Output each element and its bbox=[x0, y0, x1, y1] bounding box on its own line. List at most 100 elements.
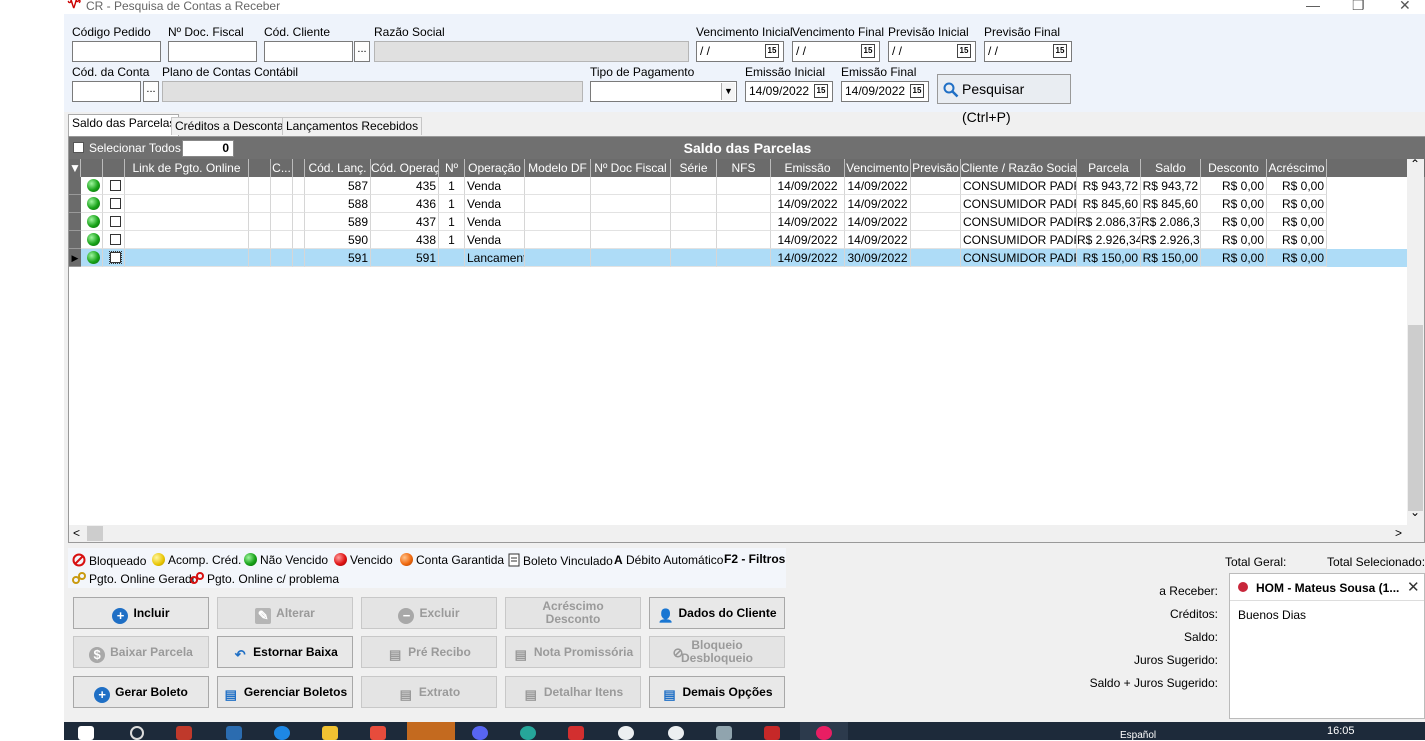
minimize-button[interactable]: — bbox=[1306, 0, 1320, 13]
column-header[interactable] bbox=[81, 159, 103, 177]
tab-creditos-descontar[interactable]: Créditos a Descontar bbox=[171, 117, 292, 135]
row-checkbox[interactable] bbox=[110, 180, 121, 191]
maximize-button[interactable]: ❐ bbox=[1352, 0, 1365, 14]
close-button[interactable]: ✕ bbox=[1399, 0, 1411, 14]
discord-icon[interactable] bbox=[472, 726, 488, 740]
row-indicator[interactable]: ▶ bbox=[69, 249, 81, 267]
app-icon-1[interactable] bbox=[176, 726, 192, 740]
cod-cliente-input[interactable] bbox=[264, 41, 353, 62]
windows-start-icon[interactable] bbox=[78, 726, 94, 740]
row-indicator[interactable] bbox=[69, 231, 81, 249]
baixar-parcela-button[interactable]: $ Baixar Parcela bbox=[73, 636, 209, 668]
table-row[interactable]: ▶ 591591 Lancamento 14/09/202230/09/2022 CON… bbox=[69, 249, 1409, 267]
nr-doc-fiscal-input[interactable] bbox=[168, 41, 257, 62]
horizontal-scroll-thumb[interactable] bbox=[87, 526, 103, 541]
acrescimo-desconto-button[interactable]: Acréscimo Desconto bbox=[505, 597, 641, 629]
column-header[interactable]: Modelo DF bbox=[525, 159, 591, 177]
codigo-pedido-input[interactable] bbox=[72, 41, 161, 62]
row-indicator[interactable] bbox=[69, 195, 81, 213]
select-all-box[interactable] bbox=[73, 142, 84, 153]
estornar-baixa-button[interactable]: ↶ Estornar Baixa bbox=[217, 636, 353, 668]
scroll-up-icon[interactable]: ⌃ bbox=[1410, 157, 1420, 171]
scroll-down-icon[interactable]: ⌄ bbox=[1410, 505, 1420, 519]
clock[interactable]: 16:05 bbox=[1327, 725, 1355, 737]
gerenciar-boletos-button[interactable]: ▤ Gerenciar Boletos bbox=[217, 676, 353, 708]
column-header[interactable]: Acréscimo bbox=[1267, 159, 1327, 177]
column-header[interactable]: Desconto bbox=[1201, 159, 1267, 177]
column-header[interactable]: ▼ bbox=[69, 159, 81, 177]
search-button[interactable]: Pesquisar (Ctrl+P) bbox=[937, 74, 1071, 125]
column-header[interactable] bbox=[103, 159, 125, 177]
gerar-boleto-button[interactable]: + Gerar Boleto bbox=[73, 676, 209, 708]
app-icon-5[interactable] bbox=[618, 726, 634, 740]
edge-icon[interactable] bbox=[274, 726, 290, 740]
column-header[interactable]: Emissão bbox=[771, 159, 845, 177]
chat-close-icon[interactable]: ✕ bbox=[1407, 578, 1420, 596]
column-header[interactable] bbox=[293, 159, 305, 177]
prev-inicial-calendar-icon[interactable]: 15 bbox=[957, 44, 971, 58]
column-header[interactable]: Nº bbox=[439, 159, 465, 177]
scroll-right-icon[interactable]: > bbox=[1395, 526, 1402, 540]
column-header[interactable]: Cód. Operação bbox=[371, 159, 439, 177]
demais-opcoes-button[interactable]: ▤ Demais Opções bbox=[649, 676, 785, 708]
column-header[interactable] bbox=[249, 159, 271, 177]
column-header[interactable]: Vencimento bbox=[845, 159, 911, 177]
alterar-button[interactable]: ✎ Alterar bbox=[217, 597, 353, 629]
row-checkbox[interactable] bbox=[110, 234, 121, 245]
bloqueio-desbloqueio-button[interactable]: ⊘ Bloqueio Desbloqueio bbox=[649, 636, 785, 668]
row-checkbox[interactable] bbox=[110, 216, 121, 227]
table-row[interactable]: 588 436 1 Venda 14/09/2022 14/09/2022 CONSUMID… bbox=[69, 195, 1409, 213]
vertical-scroll-thumb[interactable] bbox=[1408, 325, 1423, 511]
column-header[interactable]: Cód. Lanç. bbox=[305, 159, 371, 177]
pre-recibo-button[interactable]: ▤ Pré Recibo bbox=[361, 636, 497, 668]
extrato-button[interactable]: ▤ Extrato bbox=[361, 676, 497, 708]
table-row[interactable]: 590 438 1 Venda 14/09/2022 14/09/2022 CONSUMID… bbox=[69, 231, 1409, 249]
column-header[interactable]: Cliente / Razão Social bbox=[961, 159, 1077, 177]
column-header[interactable]: C... bbox=[271, 159, 293, 177]
cod-conta-input[interactable] bbox=[72, 81, 141, 102]
chat-popup[interactable]: HOM - Mateus Sousa (1... ✕ Buenos Dias bbox=[1229, 573, 1425, 719]
cod-conta-lookup-button[interactable]: ... bbox=[143, 81, 159, 102]
select-all-checkbox[interactable]: Selecionar Todos bbox=[73, 141, 181, 155]
vertical-scrollbar[interactable]: ⌃ ⌄ bbox=[1407, 157, 1424, 542]
column-header[interactable]: Link de Pgto. Online bbox=[125, 159, 249, 177]
column-header[interactable]: Saldo bbox=[1141, 159, 1201, 177]
app-icon-7[interactable] bbox=[716, 726, 732, 740]
prev-final-calendar-icon[interactable]: 15 bbox=[1053, 44, 1067, 58]
column-header[interactable]: Previsão bbox=[911, 159, 961, 177]
search-icon[interactable] bbox=[130, 726, 144, 740]
chevron-down-icon[interactable]: ▼ bbox=[721, 83, 735, 100]
folder-icon[interactable] bbox=[322, 726, 338, 740]
column-header[interactable]: Série bbox=[671, 159, 717, 177]
app-icon-4[interactable] bbox=[568, 726, 584, 740]
scroll-left-icon[interactable]: < bbox=[73, 526, 80, 540]
row-indicator[interactable] bbox=[69, 177, 81, 195]
column-header[interactable]: Nº Doc Fiscal bbox=[591, 159, 671, 177]
column-header[interactable]: Parcela bbox=[1077, 159, 1141, 177]
app-icon-6[interactable] bbox=[668, 726, 684, 740]
app-icon-2[interactable] bbox=[370, 726, 386, 740]
venc-final-calendar-icon[interactable]: 15 bbox=[861, 44, 875, 58]
app-icon-9[interactable] bbox=[816, 726, 832, 740]
venc-inicial-calendar-icon[interactable]: 15 bbox=[765, 44, 779, 58]
excluir-button[interactable]: − Excluir bbox=[361, 597, 497, 629]
tab-saldo-parcelas[interactable]: Saldo das Parcelas bbox=[68, 114, 180, 136]
language-indicator[interactable]: Español bbox=[1120, 730, 1156, 741]
table-row[interactable]: 587 435 1 Venda 14/09/2022 14/09/2022 CONSUMID… bbox=[69, 177, 1409, 195]
row-checkbox[interactable] bbox=[109, 251, 122, 264]
emissao-final-calendar-icon[interactable]: 15 bbox=[910, 84, 924, 98]
row-checkbox[interactable] bbox=[110, 198, 121, 209]
detalhar-itens-button[interactable]: ▤ Detalhar Itens bbox=[505, 676, 641, 708]
dados-cliente-button[interactable]: 👤 Dados do Cliente bbox=[649, 597, 785, 629]
mail-icon[interactable] bbox=[226, 726, 242, 740]
column-header[interactable]: Operação bbox=[465, 159, 525, 177]
nota-promissoria-button[interactable]: ▤ Nota Promissória bbox=[505, 636, 641, 668]
column-header[interactable]: NFS bbox=[717, 159, 771, 177]
row-indicator[interactable] bbox=[69, 213, 81, 231]
tab-lancamentos-recebidos[interactable]: Lançamentos Recebidos bbox=[282, 117, 423, 135]
incluir-button[interactable]: + Incluir bbox=[73, 597, 209, 629]
active-app-icon[interactable] bbox=[407, 722, 455, 740]
cod-cliente-lookup-button[interactable]: ... bbox=[354, 41, 370, 62]
app-icon-3[interactable] bbox=[520, 726, 536, 740]
tipo-pagamento-select[interactable]: ▼ bbox=[590, 81, 737, 102]
